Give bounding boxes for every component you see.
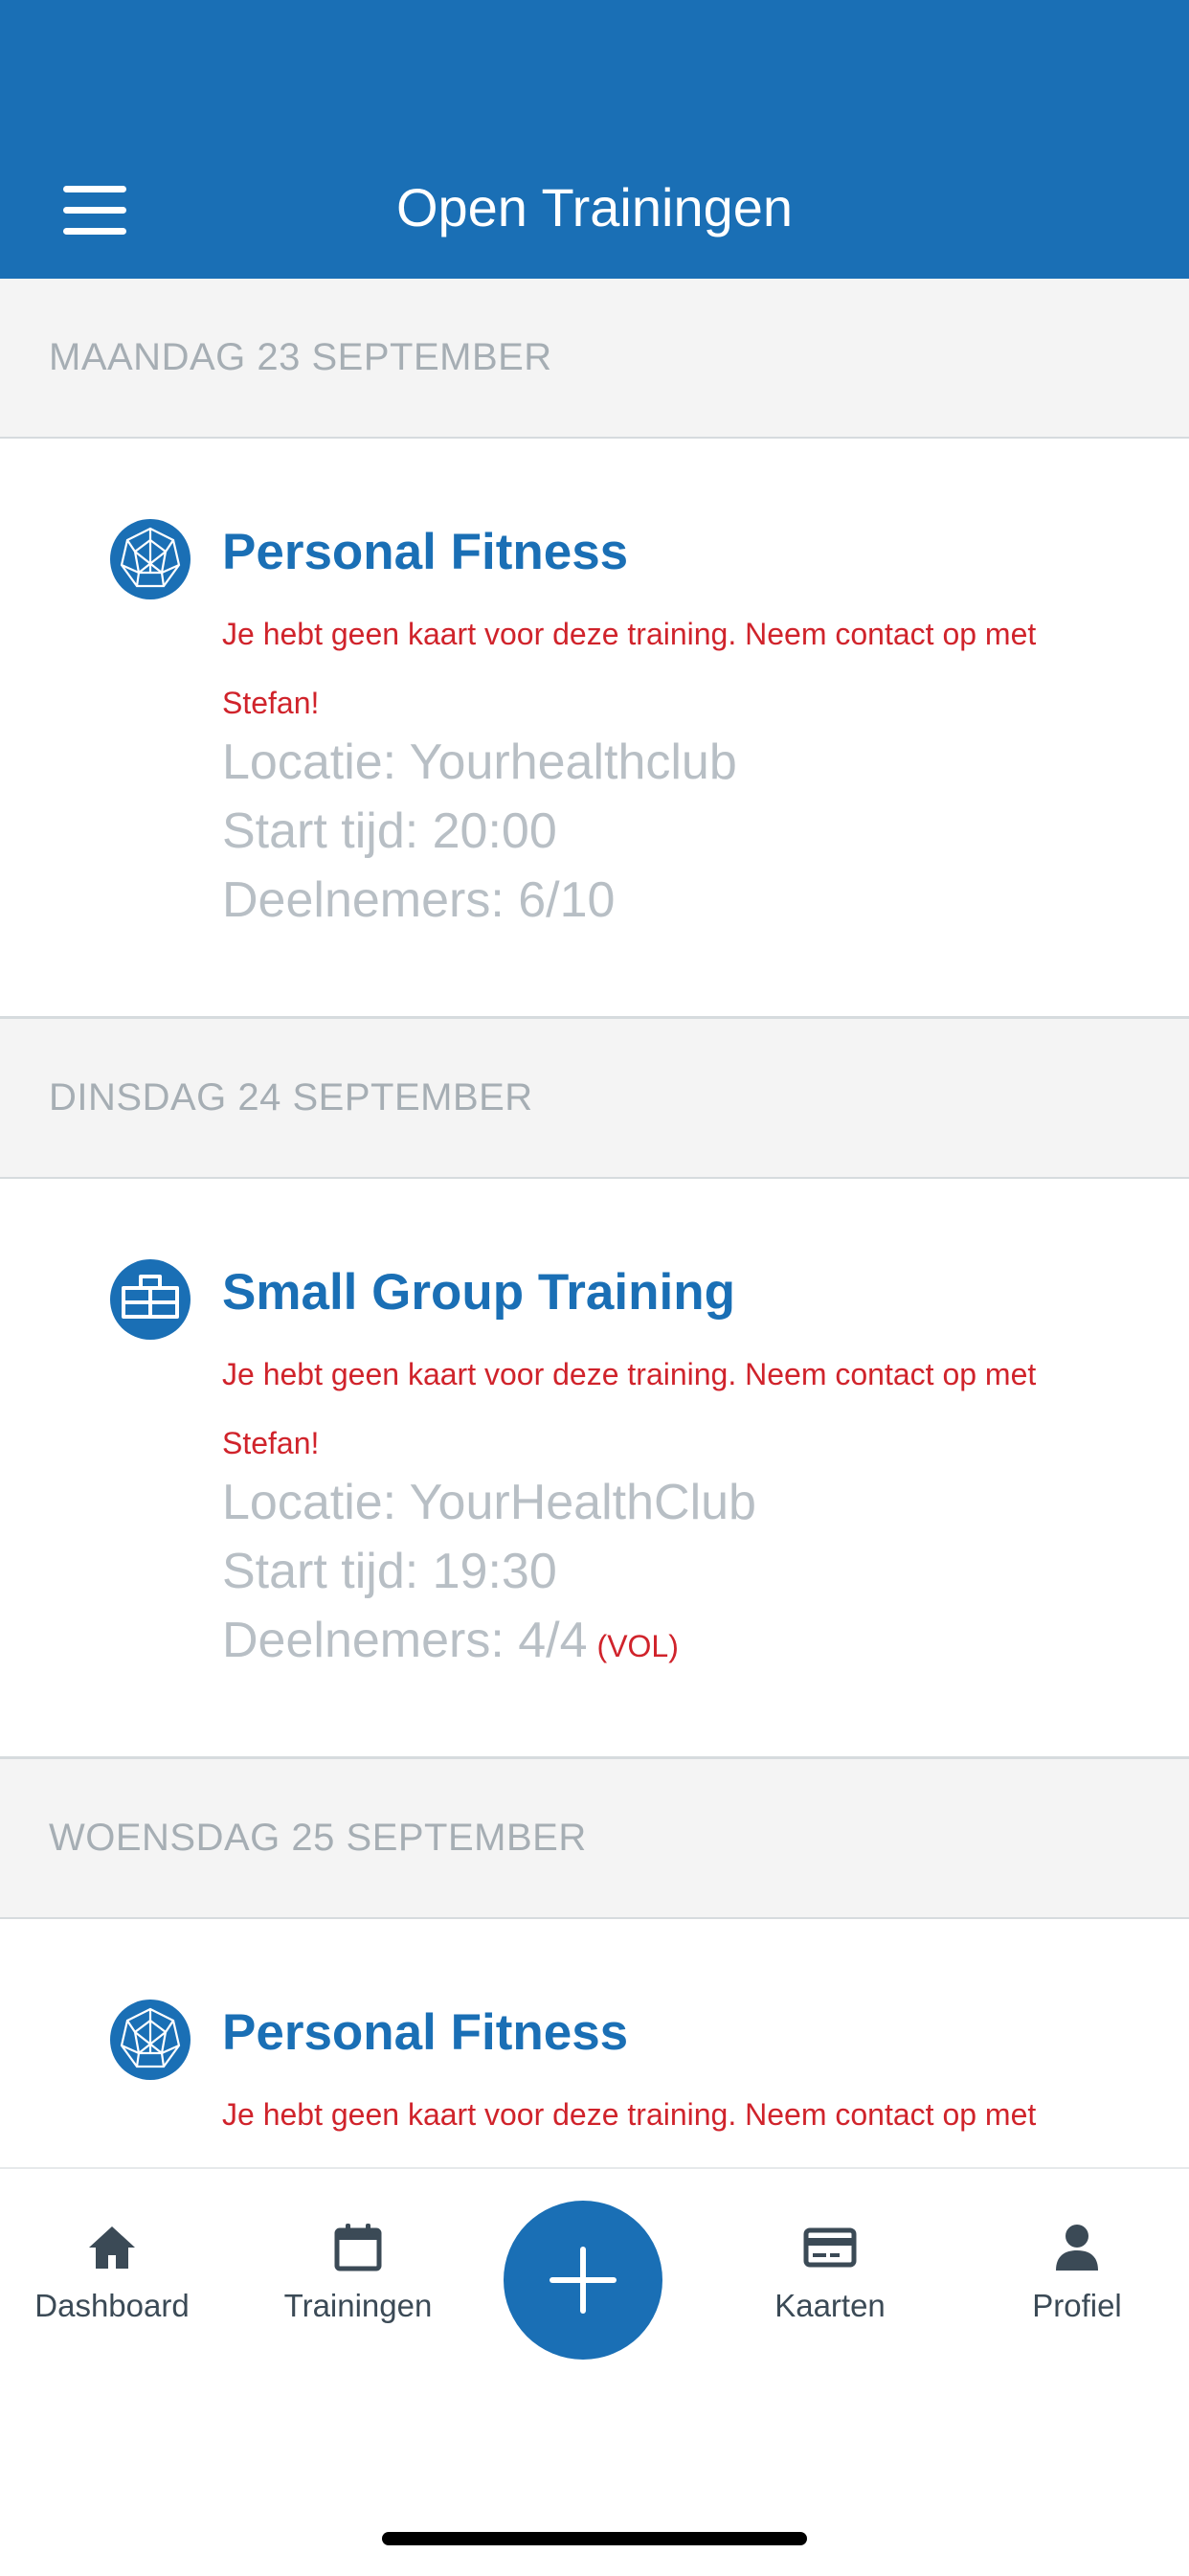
home-icon [89, 2226, 135, 2269]
calendar-icon [334, 2224, 382, 2271]
session-participants: Deelnemers: 6/10 [222, 872, 616, 928]
session-title: Personal Fitness [222, 2004, 629, 2061]
session-location: Locatie: YourHealthClub [222, 1475, 756, 1530]
session-start-time: Start tijd: 19:30 [222, 1544, 557, 1599]
home-indicator [382, 2532, 807, 2545]
session-details: Locatie: Yourhealthclub Start tijd: 20:0… [222, 728, 737, 935]
session-card[interactable]: Personal Fitness Je hebt geen kaart voor… [0, 439, 1189, 1019]
session-participants: Deelnemers: 4/4 [222, 1613, 588, 1668]
session-title: Small Group Training [222, 1264, 735, 1321]
sphere-icon [110, 2000, 191, 2080]
tab-trainingen[interactable]: Trainingen [248, 2221, 468, 2324]
session-card[interactable]: Personal Fitness Je hebt geen kaart voor… [0, 1919, 1189, 2167]
day-header: MAANDAG 23 SEPTEMBER [0, 279, 1189, 439]
day-header: DINSDAG 24 SEPTEMBER [0, 1019, 1189, 1179]
group-icon [110, 1259, 191, 1340]
full-badge: (VOL) [596, 1629, 679, 1663]
no-card-warning: Je hebt geen kaart voor deze training. N… [222, 1357, 1037, 1460]
day-header: WOENSDAG 25 SEPTEMBER [0, 1759, 1189, 1919]
bottom-tab-bar: Dashboard Trainingen Kaarten Profiel [0, 2167, 1189, 2576]
tab-profiel[interactable]: Profiel [967, 2221, 1187, 2324]
no-card-warning: Je hebt geen kaart voor deze training. N… [222, 2097, 1037, 2132]
session-participants-row: Deelnemers: 4/4 (VOL) [222, 1606, 756, 1681]
day-label: DINSDAG 24 SEPTEMBER [49, 1076, 533, 1119]
tab-dashboard[interactable]: Dashboard [2, 2221, 222, 2324]
plus-icon [580, 2247, 586, 2314]
training-list: MAANDAG 23 SEPTEMBER Personal Fitness Je… [0, 279, 1189, 2167]
tab-kaarten[interactable]: Kaarten [720, 2221, 940, 2324]
app-header: Open Trainingen [0, 0, 1189, 279]
session-details: Locatie: YourHealthClub Start tijd: 19:3… [222, 1468, 756, 1681]
day-label: WOENSDAG 25 SEPTEMBER [49, 1817, 587, 1859]
sphere-icon [110, 519, 191, 599]
tab-label: Profiel [1032, 2288, 1122, 2323]
session-card[interactable]: Small Group Training Je hebt geen kaart … [0, 1179, 1189, 1759]
day-label: MAANDAG 23 SEPTEMBER [49, 336, 552, 378]
session-title: Personal Fitness [222, 524, 629, 580]
no-card-warning: Je hebt geen kaart voor deze training. N… [222, 617, 1037, 720]
session-start-time: Start tijd: 20:00 [222, 803, 557, 859]
tab-label: Kaarten [774, 2288, 886, 2323]
add-button[interactable] [504, 2201, 662, 2360]
tab-label: Trainingen [283, 2288, 433, 2323]
person-icon [1056, 2225, 1098, 2271]
tab-label: Dashboard [34, 2288, 190, 2323]
session-location: Locatie: Yourhealthclub [222, 734, 737, 790]
credit-card-icon [803, 2227, 857, 2268]
page-title: Open Trainingen [395, 177, 794, 237]
